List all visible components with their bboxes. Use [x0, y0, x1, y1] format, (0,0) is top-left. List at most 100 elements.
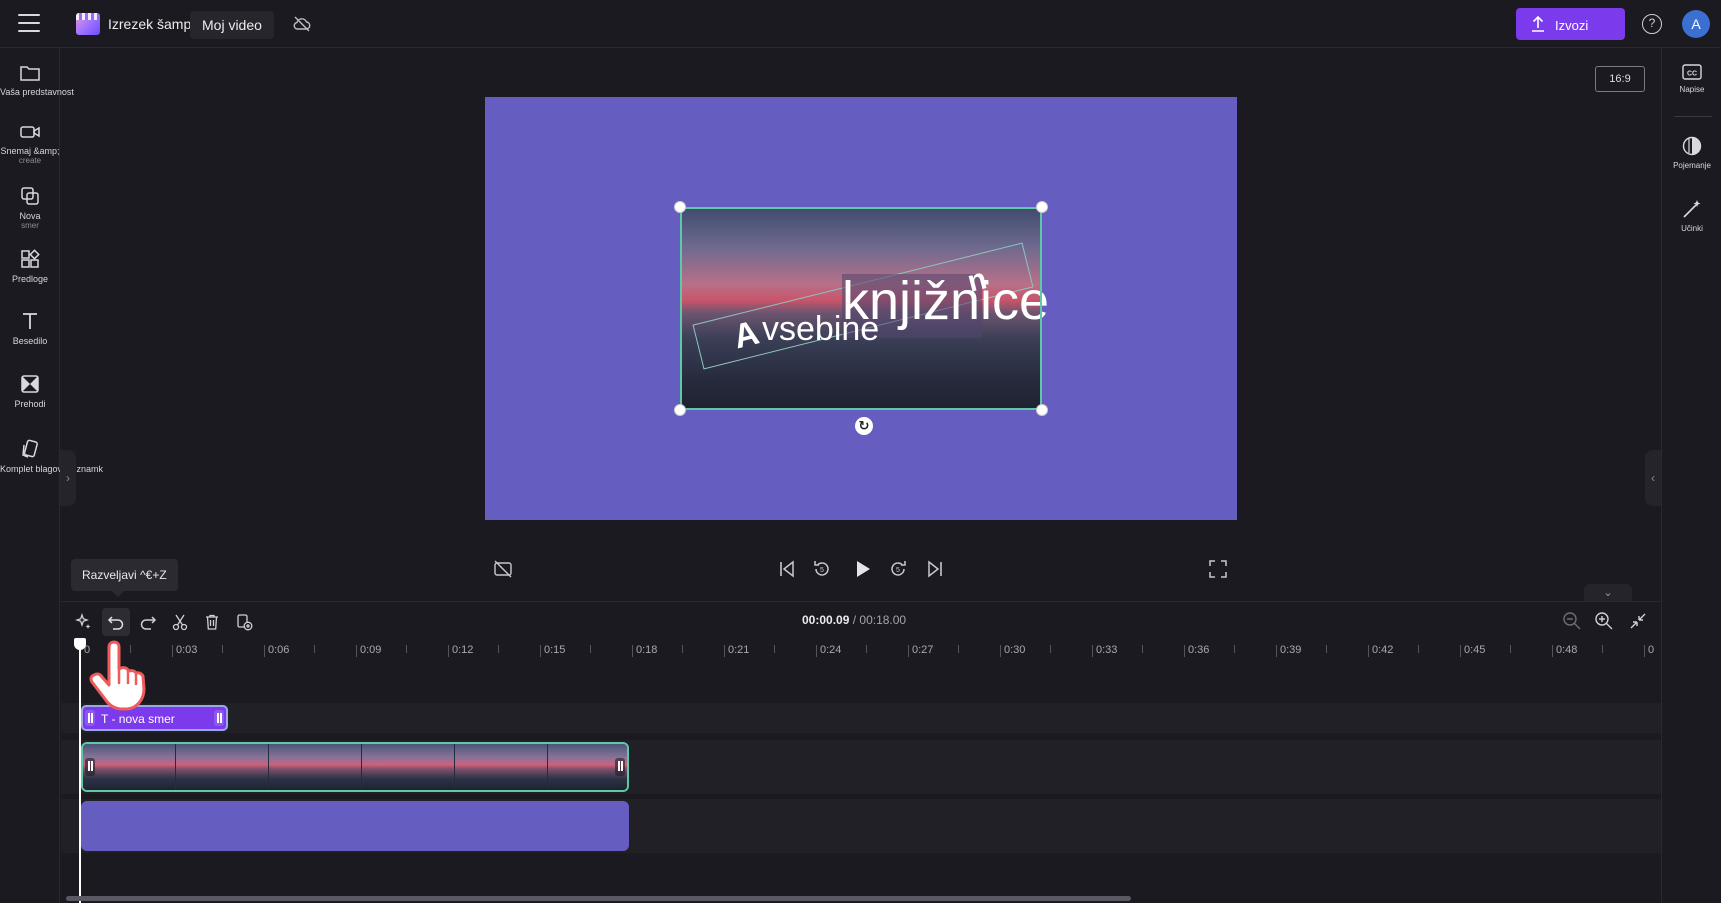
- resize-handle-top-right[interactable]: [1036, 201, 1048, 213]
- skip-to-start-icon[interactable]: [776, 558, 798, 580]
- collapse-right-panel-button[interactable]: ‹: [1645, 450, 1661, 506]
- sidebar-item-fade[interactable]: Pojemanje: [1662, 135, 1721, 170]
- resize-handle-bottom-left[interactable]: [674, 404, 686, 416]
- sidebar-item-label: Pojemanje: [1673, 161, 1711, 170]
- sidebar-item-label: Napise: [1679, 85, 1705, 94]
- ruler-tick: 0:42: [1367, 644, 1394, 657]
- delete-button[interactable]: [198, 608, 226, 636]
- clip-thumbnail: [269, 744, 361, 790]
- sidebar-item-label: Vaša predstavnost: [0, 87, 74, 97]
- sidebar-item-label: Besedilo: [12, 336, 48, 346]
- timeline-scrollbar[interactable]: [66, 896, 1131, 901]
- sidebar-item-templates[interactable]: Predloge: [0, 248, 60, 284]
- clip-trim-handle-left[interactable]: [85, 758, 95, 776]
- timeline-ruler[interactable]: 0 0:03 0:06 0:09 0:12 0:15 0:18 0:21 0:2…: [79, 640, 1660, 662]
- ruler-minor-tick: [866, 645, 867, 653]
- export-button[interactable]: Izvozi: [1516, 8, 1625, 40]
- ruler-minor-tick: [498, 645, 499, 653]
- sidebar-item-captions[interactable]: CC Napise: [1662, 63, 1721, 94]
- ruler-tick: 0:33: [1091, 644, 1118, 657]
- clip-trim-handle-right[interactable]: [615, 758, 625, 776]
- clip-thumbnail: [176, 744, 268, 790]
- zoom-out-icon[interactable]: [1561, 610, 1583, 632]
- sidebar-item-sublabel: create: [18, 156, 42, 165]
- ruler-tick: 0:09: [355, 644, 382, 657]
- ruler-tick: 0:39: [1275, 644, 1302, 657]
- ruler-tick: 0: [1643, 644, 1655, 657]
- ruler-tick: 0:21: [723, 644, 750, 657]
- fullscreen-icon[interactable]: [1207, 558, 1229, 580]
- resize-handle-bottom-right[interactable]: [1036, 404, 1048, 416]
- camera-icon: [20, 126, 40, 138]
- menu-icon[interactable]: [18, 14, 40, 32]
- ruler-tick: 0:03: [171, 644, 198, 657]
- resize-handle-top-left[interactable]: [674, 201, 686, 213]
- clip-thumbnail: [455, 744, 547, 790]
- redo-button[interactable]: [134, 608, 162, 636]
- undo-button[interactable]: [102, 608, 130, 636]
- add-to-timeline-button[interactable]: [230, 608, 258, 636]
- help-icon[interactable]: ?: [1642, 14, 1662, 34]
- svg-text:CC: CC: [1687, 71, 1697, 78]
- split-button[interactable]: [166, 608, 194, 636]
- ruler-minor-tick: [1602, 645, 1603, 653]
- sidebar-item-your-media[interactable]: Vaša predstavnost: [0, 63, 74, 97]
- ruler-tick: 0:12: [447, 644, 474, 657]
- export-label: Izvozi: [1555, 18, 1589, 33]
- clip-trim-handle-right[interactable]: [214, 710, 224, 726]
- ruler-tick: 0:30: [999, 644, 1026, 657]
- play-icon[interactable]: [851, 558, 873, 580]
- new-direction-icon: [21, 187, 39, 205]
- ruler-minor-tick: [406, 645, 407, 653]
- camera-off-icon[interactable]: [492, 558, 514, 580]
- sidebar-item-label: Snemaj &amp;: [0, 146, 60, 156]
- sidebar-item-text[interactable]: Besedilo: [0, 310, 60, 346]
- cloud-off-icon[interactable]: [292, 14, 312, 34]
- skip-to-end-icon[interactable]: [924, 558, 946, 580]
- ruler-tick: 0:27: [907, 644, 934, 657]
- templates-icon: [21, 249, 40, 268]
- zoom-in-icon[interactable]: [1593, 610, 1615, 632]
- left-sidebar: Vaša predstavnost Snemaj &amp; create No…: [0, 48, 103, 903]
- magic-edit-button[interactable]: [70, 608, 98, 636]
- ruler-minor-tick: [222, 645, 223, 653]
- sidebar-item-label: Učinki: [1681, 224, 1703, 233]
- magic-wand-icon: [1683, 200, 1701, 218]
- avatar[interactable]: A: [1682, 10, 1710, 38]
- rewind-5-icon[interactable]: 5: [811, 558, 833, 580]
- ruler-tick: 0:45: [1459, 644, 1486, 657]
- transitions-icon: [21, 375, 39, 393]
- ruler-minor-tick: [682, 645, 683, 653]
- brand-kit-icon: [22, 439, 38, 458]
- ruler-tick: 0:48: [1551, 644, 1578, 657]
- sidebar-item-sublabel: smer: [21, 221, 39, 230]
- background-color-clip[interactable]: [81, 801, 629, 851]
- fit-to-screen-icon[interactable]: [1627, 610, 1649, 632]
- forward-5-icon[interactable]: 5: [887, 558, 909, 580]
- ruler-minor-tick: [314, 645, 315, 653]
- sidebar-item-transitions[interactable]: Prehodi: [0, 373, 60, 409]
- total-time: 00:18.00: [859, 613, 907, 627]
- sidebar-item-brand-kit[interactable]: Komplet blagovnih znamk: [0, 438, 103, 474]
- sidebar-item-new-direction[interactable]: Nova smer: [0, 185, 60, 230]
- project-name-field[interactable]: Moj video: [190, 11, 274, 39]
- text-icon: [23, 313, 37, 329]
- upload-icon: [1532, 15, 1544, 32]
- top-bar: Izrezek šampion Moj video Izvozi ? A: [0, 0, 1721, 48]
- selection-frame: [680, 207, 1042, 410]
- timeline-collapse-button[interactable]: ⌄: [1584, 584, 1632, 602]
- hand-cursor-icon: [89, 640, 146, 711]
- undo-tooltip: Razveljavi ^€+Z: [71, 559, 178, 597]
- scissors-icon: [172, 614, 188, 631]
- video-clip[interactable]: [81, 742, 629, 792]
- clip-thumbnail: [362, 744, 454, 790]
- rotate-handle-icon[interactable]: ↻: [855, 417, 873, 435]
- aspect-ratio-button[interactable]: 16:9: [1595, 66, 1645, 92]
- sidebar-item-effects[interactable]: Učinki: [1662, 198, 1721, 233]
- ruler-tick: 0:15: [539, 644, 566, 657]
- collapse-left-panel-button[interactable]: ›: [60, 450, 76, 506]
- playhead[interactable]: [79, 640, 81, 903]
- time-separator: /: [849, 613, 860, 627]
- ruler-minor-tick: [1234, 645, 1235, 653]
- sidebar-item-record-create[interactable]: Snemaj &amp; create: [0, 122, 60, 165]
